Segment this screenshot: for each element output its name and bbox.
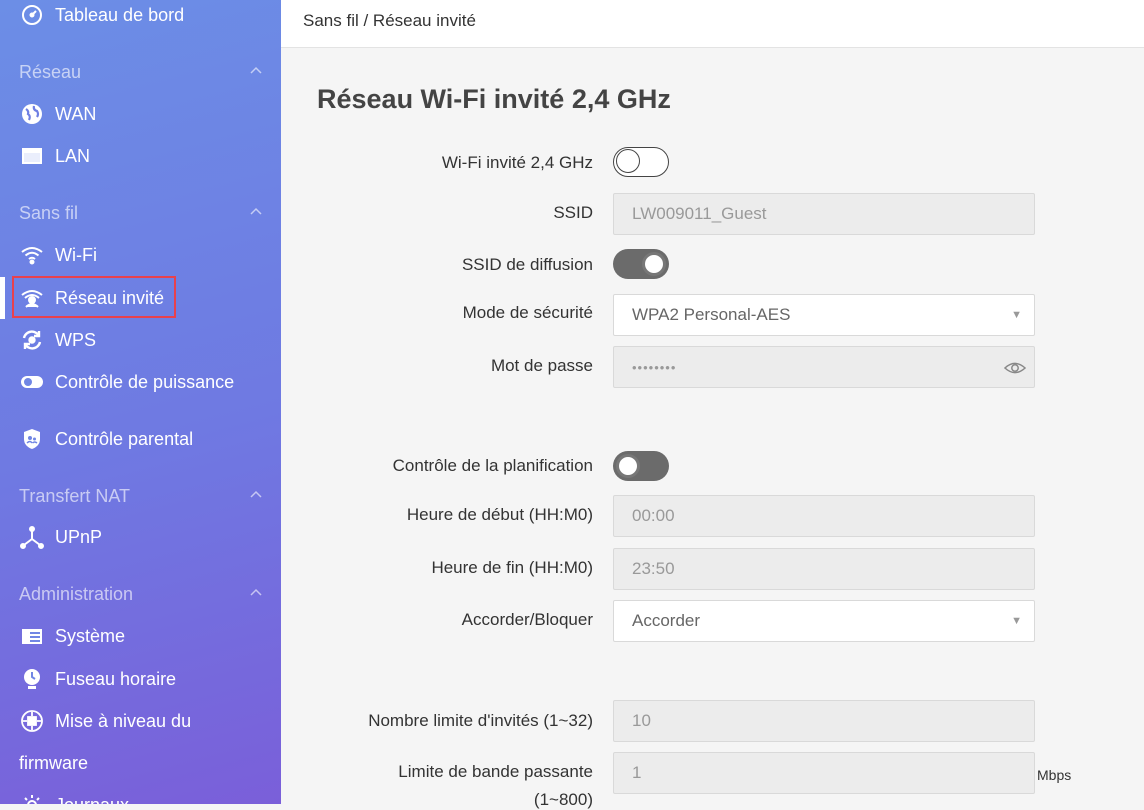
section-label: Transfert NAT (19, 485, 131, 506)
sidebar-item-logs[interactable]: Journaux (19, 790, 129, 804)
broadcast-ssid-toggle[interactable] (613, 249, 669, 279)
sidebar-item-wps[interactable]: WPS (19, 325, 96, 355)
bandwidth-range-label: (1~800) (533, 790, 593, 809)
lan-window-icon (19, 143, 45, 169)
firmware-chip-icon (19, 708, 45, 734)
wifi-guest-label: Wi-Fi invité 2,4 GHz (441, 153, 593, 172)
sidebar-item-label: Contrôle de puissance (55, 371, 235, 392)
start-time-label: Heure de début (HH:M0) (406, 505, 593, 524)
active-indicator (0, 277, 5, 319)
schedule-control-label: Contrôle de la planification (392, 456, 593, 475)
bandwidth-unit: Mbps (1037, 767, 1072, 783)
allow-block-value: Accorder (632, 611, 701, 630)
gear-icon (19, 792, 45, 804)
sidebar-item-label: Mise à niveau du (55, 710, 192, 731)
globe-icon (19, 101, 45, 127)
ssid-input[interactable]: LW009011_Guest (613, 193, 1035, 235)
sidebar-section-admin[interactable]: Administration (19, 580, 271, 608)
wps-refresh-icon (19, 327, 45, 353)
sidebar: Tableau de bord Réseau WAN LAN Sans fil … (0, 0, 281, 804)
allow-block-label: Accorder/Bloquer (461, 610, 593, 629)
allow-block-select[interactable]: Accorder ▼ (613, 600, 1035, 642)
security-mode-value: WPA2 Personal-AES (632, 305, 791, 324)
sidebar-item-label: UPnP (55, 526, 103, 547)
sidebar-item-label: Tableau de bord (55, 4, 185, 25)
chevron-up-icon (249, 486, 263, 507)
guest-wifi-icon (19, 285, 45, 311)
password-input[interactable]: •••••••• (613, 346, 1035, 388)
sidebar-item-label: LAN (55, 145, 91, 166)
power-toggle-icon (19, 369, 45, 395)
sidebar-item-label: Wi-Fi (55, 244, 97, 265)
wifi-icon (19, 242, 45, 268)
password-label: Mot de passe (490, 356, 593, 375)
sidebar-item-label: WPS (55, 329, 97, 350)
top-header: Sans fil / Réseau invité (281, 0, 1144, 48)
sidebar-section-nat[interactable]: Transfert NAT (19, 482, 271, 510)
end-time-input[interactable]: 23:50 (613, 548, 1035, 590)
bandwidth-limit-label: Limite de bande passante (398, 762, 593, 781)
security-mode-label: Mode de sécurité (462, 303, 593, 322)
sidebar-item-label: firmware (19, 752, 89, 773)
end-time-label: Heure de fin (HH:M0) (431, 558, 593, 577)
section-label: Administration (19, 583, 134, 604)
toggle-knob (616, 454, 640, 478)
dashboard-gauge-icon (19, 2, 45, 28)
sidebar-item-label: Fuseau horaire (55, 668, 177, 689)
sidebar-item-dashboard[interactable]: Tableau de bord (19, 0, 184, 30)
sidebar-item-firmware-continued[interactable]: firmware (19, 748, 88, 778)
security-mode-select[interactable]: WPA2 Personal-AES ▼ (613, 294, 1035, 336)
section-label: Réseau (19, 61, 82, 82)
sidebar-item-label: Système (55, 625, 126, 646)
dropdown-caret-icon: ▼ (1011, 309, 1022, 321)
eye-icon[interactable] (1003, 357, 1027, 382)
dropdown-caret-icon: ▼ (1011, 615, 1022, 627)
bandwidth-limit-value: 1 (632, 763, 642, 782)
guest-limit-label: Nombre limite d'invités (1~32) (368, 711, 593, 730)
start-time-value: 00:00 (632, 506, 675, 525)
section-label: Sans fil (19, 202, 79, 223)
end-time-value: 23:50 (632, 559, 675, 578)
ssid-label: SSID (553, 203, 593, 222)
chevron-up-icon (249, 203, 263, 224)
wifi-guest-toggle[interactable] (613, 147, 669, 177)
start-time-input[interactable]: 00:00 (613, 495, 1035, 537)
toggle-knob (616, 149, 640, 173)
sidebar-item-wifi[interactable]: Wi-Fi (19, 240, 97, 270)
sidebar-item-wan[interactable]: WAN (19, 99, 96, 129)
chevron-up-icon (249, 62, 263, 83)
upnp-network-icon (19, 524, 45, 550)
sidebar-item-label: WAN (55, 103, 97, 124)
password-value: •••••••• (632, 359, 677, 375)
system-list-icon (19, 623, 45, 649)
sidebar-item-parental-control[interactable]: Contrôle parental (19, 424, 193, 454)
sidebar-item-system[interactable]: Système (19, 621, 125, 651)
sidebar-section-wireless[interactable]: Sans fil (19, 199, 271, 227)
bandwidth-limit-input[interactable]: 1 (613, 752, 1035, 794)
sidebar-section-network[interactable]: Réseau (19, 58, 271, 86)
sidebar-item-label: Journaux (55, 795, 129, 805)
sidebar-item-power-control[interactable]: Contrôle de puissance (19, 367, 234, 397)
parental-shield-icon (19, 426, 45, 452)
sidebar-item-label: Réseau invité (55, 287, 165, 308)
guest-limit-input[interactable]: 10 (613, 700, 1035, 742)
schedule-control-toggle[interactable] (613, 451, 669, 481)
breadcrumb: Sans fil / Réseau invité (303, 11, 476, 30)
broadcast-ssid-label: SSID de diffusion (461, 255, 593, 274)
sidebar-item-guest-network[interactable]: Réseau invité (19, 283, 164, 313)
sidebar-item-upnp[interactable]: UPnP (19, 522, 102, 552)
page-title: Réseau Wi-Fi invité 2,4 GHz (317, 84, 671, 114)
chevron-up-icon (249, 584, 263, 605)
sidebar-item-firmware-upgrade[interactable]: Mise à niveau du (19, 706, 191, 736)
sidebar-item-lan[interactable]: LAN (19, 141, 90, 171)
toggle-knob (642, 252, 666, 276)
timezone-globe-icon (19, 666, 45, 692)
sidebar-item-timezone[interactable]: Fuseau horaire (19, 664, 176, 694)
guest-limit-value: 10 (632, 711, 651, 730)
sidebar-item-label: Contrôle parental (55, 428, 194, 449)
ssid-value: LW009011_Guest (632, 204, 767, 223)
